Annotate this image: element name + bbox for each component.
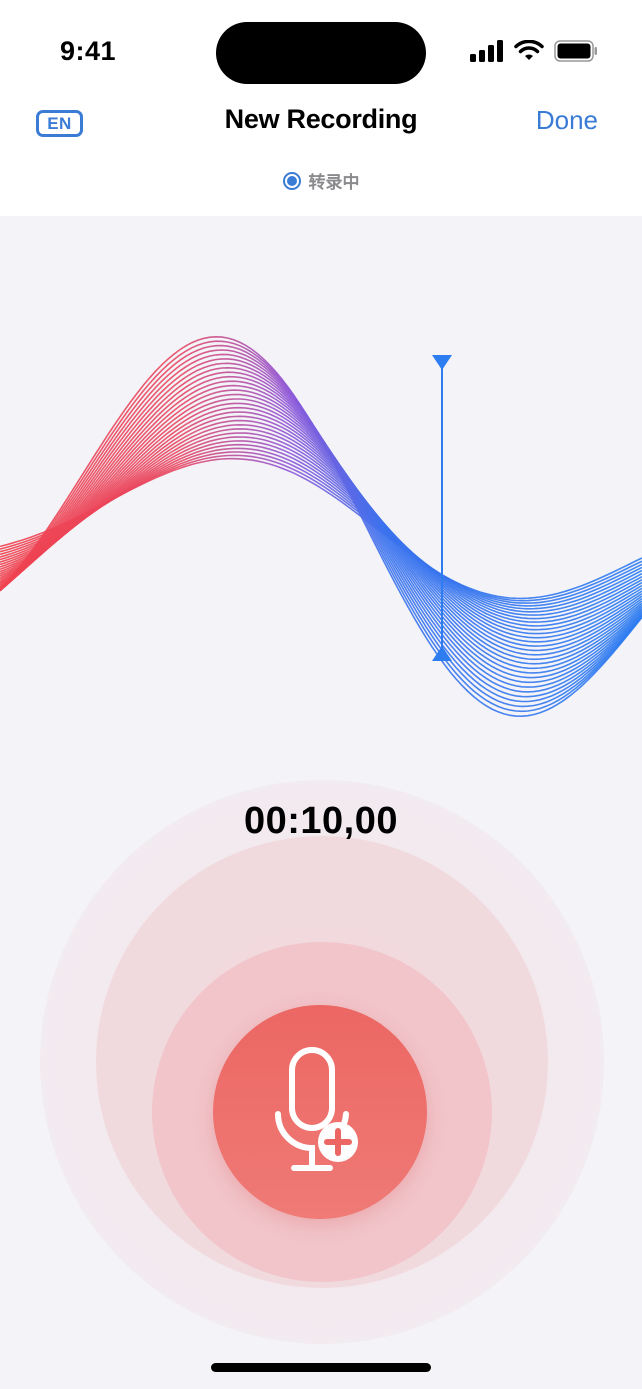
signal-icon: [470, 40, 503, 62]
record-button[interactable]: [213, 1005, 427, 1219]
home-indicator: [211, 1363, 431, 1372]
waveform-lines: [0, 335, 642, 718]
battery-icon: [554, 40, 597, 62]
navigation-bar: EN New Recording Done: [0, 96, 642, 148]
waveform-line: [0, 389, 642, 661]
wifi-icon: [514, 40, 544, 60]
transcription-status[interactable]: 转录中: [0, 168, 642, 193]
waveform-line: [0, 362, 642, 688]
waveform-line: [0, 457, 642, 600]
waveform-line: [0, 344, 642, 708]
waveform-line: [0, 393, 642, 656]
waveform-line: [0, 349, 642, 703]
microphone-plus-icon: [275, 1047, 358, 1171]
waveform-line: [0, 366, 642, 684]
done-button[interactable]: Done: [536, 105, 598, 136]
recording-timer: 00:10,00: [243, 800, 398, 842]
waveform-line: [0, 371, 642, 679]
status-bar: 9:41: [0, 0, 642, 100]
dynamic-island: [216, 22, 426, 84]
audio-waveform: [0, 335, 642, 718]
radio-dot-icon: [282, 171, 301, 190]
status-time: 9:41: [60, 36, 117, 66]
status-icons: [470, 40, 598, 62]
transcription-status-label: 转录中: [308, 173, 360, 193]
waveform-line: [0, 340, 642, 713]
